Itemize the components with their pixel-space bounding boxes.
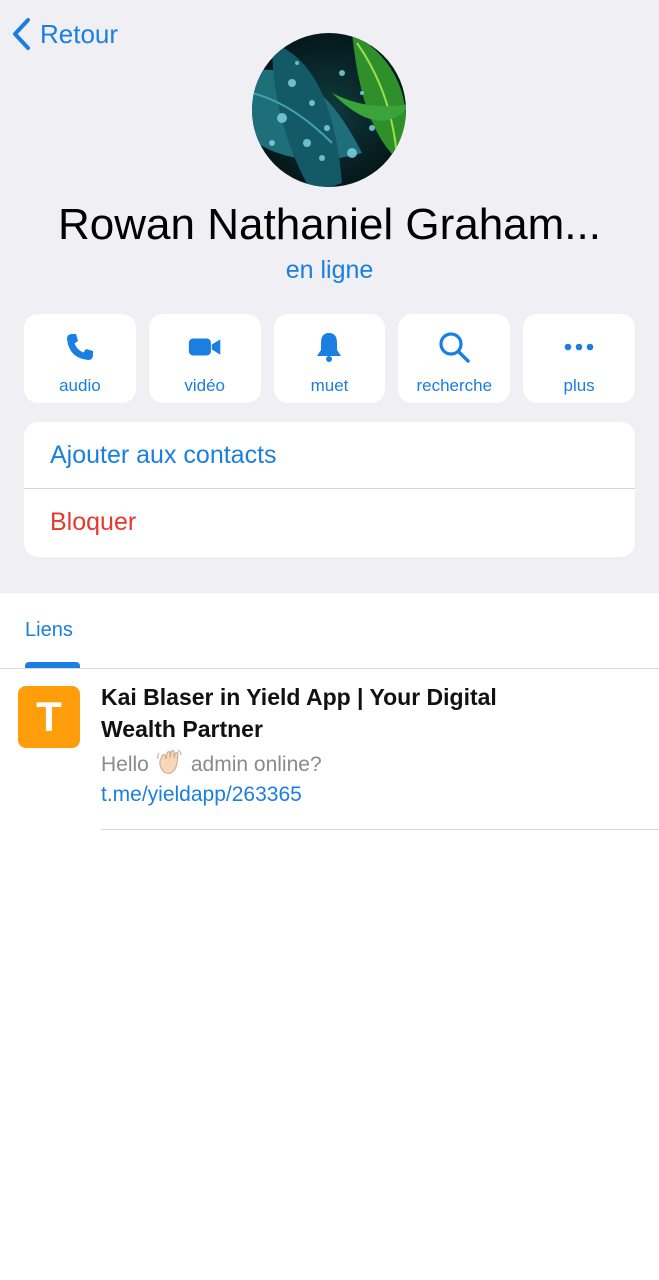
tab-links[interactable]: Liens xyxy=(25,619,73,642)
video-call-button[interactable]: vidéo xyxy=(148,314,261,403)
active-tab-indicator xyxy=(25,662,80,668)
audio-call-button[interactable]: audio xyxy=(24,314,136,403)
contact-options: Ajouter aux contacts Bloquer xyxy=(24,422,635,557)
waving-hand-icon xyxy=(156,749,182,774)
media-tabs: Liens xyxy=(0,593,659,669)
contact-name: Rowan Nathaniel Graham... xyxy=(58,200,601,249)
link-url[interactable]: t.me/yieldapp/263365 xyxy=(101,783,302,807)
desc-suffix: admin online? xyxy=(190,753,322,776)
audio-label: audio xyxy=(59,376,101,395)
link-title: Kai Blaser in Yield App | Your Digital W… xyxy=(101,684,497,742)
back-button[interactable]: Retour xyxy=(10,15,118,53)
desc-prefix: Hello xyxy=(101,753,149,776)
block-button[interactable]: Bloquer xyxy=(24,489,635,556)
link-thumbnail: T xyxy=(18,686,80,748)
online-status: en ligne xyxy=(285,256,374,284)
mute-label: muet xyxy=(310,376,349,395)
chevron-left-icon xyxy=(13,18,30,50)
search-label: recherche xyxy=(416,376,493,395)
leaf-avatar-image xyxy=(252,33,406,187)
back-label: Retour xyxy=(40,18,119,49)
add-to-contacts-button[interactable]: Ajouter aux contacts xyxy=(24,422,635,489)
search-icon xyxy=(439,332,470,363)
bell-icon xyxy=(317,333,342,362)
list-item[interactable]: T Kai Blaser in Yield App | Your Digital… xyxy=(0,669,659,830)
phone-icon xyxy=(66,334,93,360)
profile-header: Retour Rowan Nathaniel Graham... en lign… xyxy=(0,0,659,593)
more-label: plus xyxy=(563,376,595,395)
avatar[interactable] xyxy=(252,33,406,187)
action-bar: audio vidéo muet recherche plus xyxy=(24,314,635,403)
more-icon xyxy=(564,343,594,351)
divider xyxy=(101,829,659,830)
mute-button[interactable]: muet xyxy=(273,314,386,403)
video-label: vidéo xyxy=(184,376,226,395)
search-button[interactable]: recherche xyxy=(398,314,511,403)
link-description: Hello admin online? xyxy=(101,748,322,782)
video-icon xyxy=(188,338,220,356)
more-button[interactable]: plus xyxy=(523,314,635,403)
